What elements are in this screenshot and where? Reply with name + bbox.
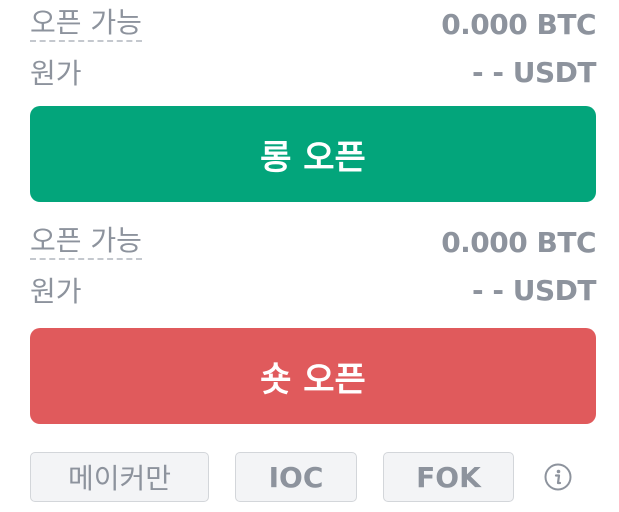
info-icon-glyph <box>544 463 572 491</box>
cost-label: 원가 <box>30 57 82 90</box>
open-available-label[interactable]: 오픈 가능 <box>30 6 142 42</box>
short-open-available-row: 오픈 가능 0.000 BTC <box>30 218 596 266</box>
cost-label: 원가 <box>30 275 82 308</box>
order-panel: 오픈 가능 0.000 BTC 원가 - - USDT 롱 오픈 오픈 가능 0… <box>30 0 596 502</box>
cost-value: - - USDT <box>472 55 596 89</box>
open-long-button[interactable]: 롱 오픈 <box>30 106 596 202</box>
cost-value: - - USDT <box>472 273 596 307</box>
info-icon[interactable] <box>542 461 574 493</box>
open-short-button[interactable]: 숏 오픈 <box>30 328 596 424</box>
maker-only-toggle[interactable]: 메이커만 <box>30 452 209 502</box>
long-cost-row: 원가 - - USDT <box>30 48 596 96</box>
ioc-toggle[interactable]: IOC <box>235 452 357 502</box>
order-options: 메이커만 IOC FOK <box>30 452 596 502</box>
open-available-value: 0.000 BTC <box>441 225 596 259</box>
open-available-label[interactable]: 오픈 가능 <box>30 224 142 260</box>
open-available-value: 0.000 BTC <box>441 7 596 41</box>
long-open-available-row: 오픈 가능 0.000 BTC <box>30 0 596 48</box>
short-cost-row: 원가 - - USDT <box>30 266 596 314</box>
fok-toggle[interactable]: FOK <box>383 452 514 502</box>
